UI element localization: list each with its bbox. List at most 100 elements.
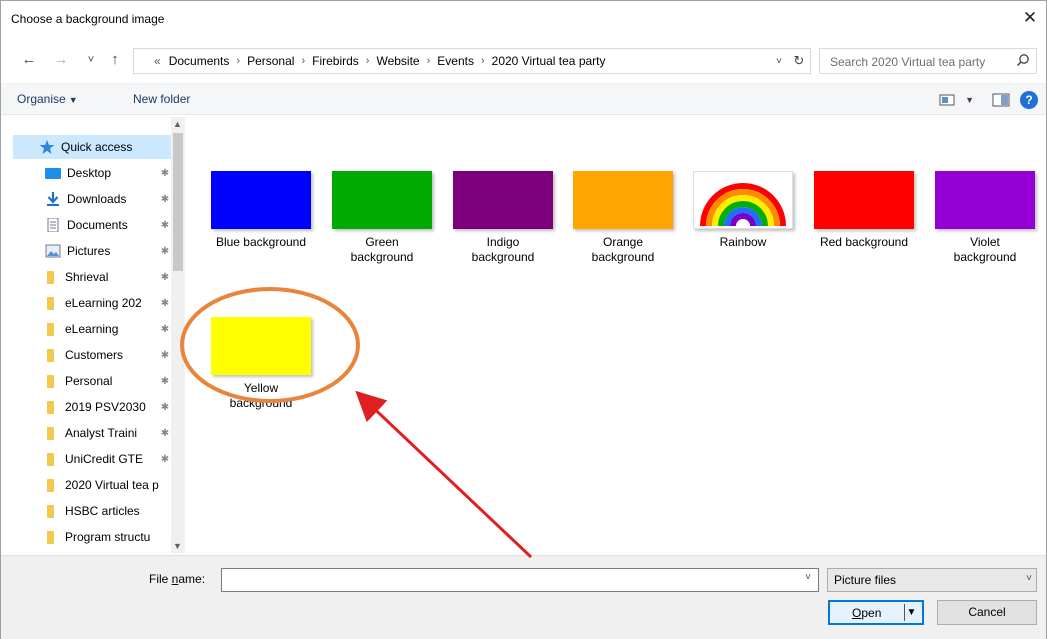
- folder-icon: [47, 322, 54, 336]
- sidebar-item-label: Program structu: [65, 530, 151, 544]
- sidebar-item-documents[interactable]: Documents ✱: [13, 213, 171, 237]
- sidebar-item-label: Desktop: [67, 166, 112, 180]
- breadcrumb-events[interactable]: Events: [433, 54, 478, 68]
- sidebar-item-label: UniCredit GTE: [65, 452, 144, 466]
- title-bar: Choose a background image ✕: [1, 1, 1046, 37]
- scroll-down-icon[interactable]: ▼: [173, 541, 182, 551]
- address-bar[interactable]: « Documents › Personal › Firebirds › Web…: [133, 48, 811, 74]
- file-type-value: Picture files: [834, 573, 897, 587]
- sidebar-item-label: 2019 PSV2030: [65, 400, 146, 414]
- sidebar-item-pictures[interactable]: Pictures ✱: [13, 239, 171, 263]
- sidebar-item-2019-psv2030[interactable]: 2019 PSV2030 ✱: [13, 395, 171, 419]
- pictures-icon: [45, 244, 61, 258]
- pin-icon[interactable]: ✱: [159, 194, 171, 205]
- scroll-up-icon[interactable]: ▲: [173, 119, 182, 129]
- sidebar-item-shrieval[interactable]: Shrieval ✱: [13, 265, 171, 289]
- sidebar-item-label: Shrieval: [65, 270, 109, 284]
- file-tile-blue-background[interactable]: Blue background: [205, 171, 317, 250]
- pin-icon[interactable]: ✱: [159, 220, 171, 231]
- preview-pane-icon[interactable]: [992, 93, 1010, 107]
- file-tile-orange-background[interactable]: Orange background: [567, 171, 679, 265]
- file-name-dropdown-icon[interactable]: ˅: [800, 572, 816, 583]
- file-name-input[interactable]: ˅: [221, 568, 819, 592]
- pin-icon[interactable]: ✱: [159, 168, 171, 179]
- breadcrumb-separator-icon[interactable]: ›: [233, 55, 243, 67]
- sidebar-item-personal[interactable]: Personal ✱: [13, 369, 171, 393]
- sidebar-item-label: Customers: [65, 348, 124, 362]
- sidebar-item-elearning-202[interactable]: eLearning 202 ✱: [13, 291, 171, 315]
- pin-icon[interactable]: ✱: [159, 246, 171, 257]
- pin-icon[interactable]: ✱: [159, 350, 171, 361]
- rainbow-image: [700, 183, 786, 227]
- sidebar-item-elearning[interactable]: eLearning ✱: [13, 317, 171, 341]
- view-options-caret-icon[interactable]: ▼: [965, 95, 974, 105]
- breadcrumb-2020-virtual-tea-party[interactable]: 2020 Virtual tea party: [488, 54, 610, 68]
- file-tile-green-background[interactable]: Green background: [326, 171, 438, 265]
- sidebar-item-hsbc-articles[interactable]: HSBC articles: [13, 499, 171, 523]
- folder-icon: [47, 504, 54, 518]
- pin-icon[interactable]: ✱: [159, 298, 171, 309]
- folder-icon: [47, 270, 54, 284]
- image-thumbnail: [693, 171, 793, 229]
- recent-locations-icon[interactable]: ˅: [81, 49, 101, 71]
- sidebar-item-customers[interactable]: Customers ✱: [13, 343, 171, 367]
- command-toolbar: Organise ▼ New folder ▼ ?: [1, 83, 1046, 115]
- open-options-dropdown-icon[interactable]: ▼: [904, 604, 918, 621]
- breadcrumb-firebirds[interactable]: Firebirds: [308, 54, 363, 68]
- file-type-select[interactable]: Picture files ˅: [827, 568, 1037, 592]
- file-tile-red-background[interactable]: Red background: [808, 171, 920, 250]
- sidebar-item-label: eLearning: [65, 322, 119, 336]
- navigation-pane-scrollbar[interactable]: ▲ ▼: [171, 117, 185, 553]
- breadcrumb-separator-icon[interactable]: ›: [363, 55, 373, 67]
- sidebar-item-unicredit-gte[interactable]: UniCredit GTE ✱: [13, 447, 171, 471]
- pin-icon[interactable]: ✱: [159, 376, 171, 387]
- breadcrumb-website[interactable]: Website: [372, 54, 423, 68]
- cancel-button[interactable]: Cancel: [937, 600, 1037, 625]
- folder-icon: [47, 530, 54, 544]
- image-thumbnail: [935, 171, 1035, 229]
- open-accesskey: O: [852, 606, 862, 620]
- pin-icon[interactable]: ✱: [159, 272, 171, 283]
- image-thumbnail: [573, 171, 673, 229]
- close-icon[interactable]: ✕: [1018, 7, 1042, 31]
- search-box[interactable]: Search 2020 Virtual tea party: [819, 48, 1037, 74]
- sidebar-item-desktop[interactable]: Desktop ✱: [13, 161, 171, 185]
- back-arrow-icon[interactable]: ←: [19, 49, 39, 71]
- address-dropdown-icon[interactable]: ˅: [770, 56, 788, 67]
- breadcrumb-documents[interactable]: Documents: [165, 54, 234, 68]
- breadcrumb-personal[interactable]: Personal: [243, 54, 298, 68]
- up-arrow-icon[interactable]: ↑: [105, 49, 125, 71]
- pin-icon[interactable]: ✱: [159, 324, 171, 335]
- help-icon[interactable]: ?: [1020, 91, 1038, 109]
- breadcrumb-separator-icon[interactable]: ›: [478, 55, 488, 67]
- breadcrumb-separator-icon[interactable]: ›: [424, 55, 434, 67]
- sidebar-item-downloads[interactable]: Downloads ✱: [13, 187, 171, 211]
- file-tile-yellow-background[interactable]: Yellow background: [205, 317, 317, 411]
- new-folder-button[interactable]: New folder: [133, 92, 190, 106]
- sidebar-item-analyst-training[interactable]: Analyst Traini ✱: [13, 421, 171, 445]
- file-tile-rainbow[interactable]: Rainbow: [687, 171, 799, 250]
- breadcrumb-separator-icon[interactable]: ›: [298, 55, 308, 67]
- search-icon[interactable]: [1016, 53, 1030, 67]
- file-name-label: Yellow background: [229, 381, 293, 410]
- sidebar-item-program-structure[interactable]: Program structu: [13, 525, 171, 549]
- scrollbar-thumb[interactable]: [173, 133, 183, 271]
- file-list-view: Blue background Green background Indigo …: [187, 117, 1037, 553]
- sidebar-item-2020-virtual-tea-party[interactable]: 2020 Virtual tea p: [13, 473, 171, 497]
- sidebar-item-label: Downloads: [67, 192, 127, 206]
- organise-button[interactable]: Organise ▼: [17, 92, 78, 106]
- pin-icon[interactable]: ✱: [159, 454, 171, 465]
- overflow-crumbs-icon[interactable]: «: [154, 54, 165, 68]
- change-view-icon[interactable]: [939, 93, 955, 107]
- navigation-bar: ← → ˅ ↑ « Documents › Personal › Firebir…: [1, 45, 1046, 77]
- file-type-dropdown-icon[interactable]: ˅: [1026, 573, 1032, 584]
- open-button[interactable]: Open ▼: [828, 600, 924, 625]
- file-tile-violet-background[interactable]: Violet background: [929, 171, 1041, 265]
- sidebar-item-quick-access[interactable]: Quick access: [13, 135, 171, 159]
- file-tile-indigo-background[interactable]: Indigo background: [447, 171, 559, 265]
- pin-icon[interactable]: ✱: [159, 402, 171, 413]
- sidebar-item-label: Personal: [65, 374, 113, 388]
- forward-arrow-icon[interactable]: →: [51, 49, 71, 71]
- pin-icon[interactable]: ✱: [159, 428, 171, 439]
- refresh-icon[interactable]: ↻: [788, 53, 810, 69]
